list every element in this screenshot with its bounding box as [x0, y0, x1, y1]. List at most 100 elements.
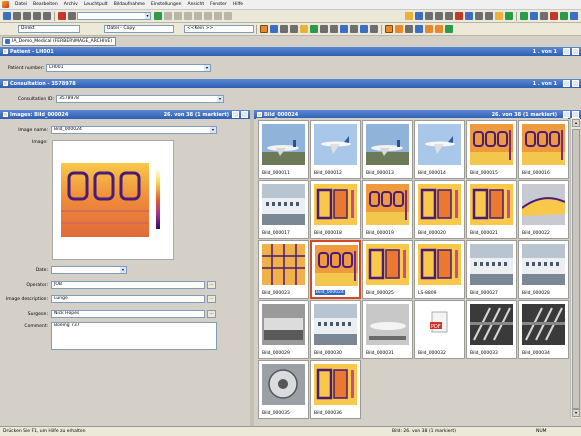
thumbnail-bild_000015[interactable]: Bild_000015	[466, 120, 517, 179]
thumbnail-bild_000033[interactable]: Bild_000033	[466, 300, 517, 359]
tools-icon[interactable]	[370, 25, 378, 33]
thumbnail-bild_000016[interactable]: Bild_000016	[518, 120, 569, 179]
panel-splitter[interactable]	[250, 110, 254, 426]
menu-archiv[interactable]: Archiv	[61, 2, 81, 7]
view-mode-icon[interactable]	[260, 25, 268, 33]
info-icon[interactable]	[290, 25, 298, 33]
thumbnail-bild_000027[interactable]: Bild_000027	[466, 240, 517, 299]
operator-browse-button[interactable]: ...	[207, 281, 216, 289]
surgeon-field[interactable]: Nick Hopes	[51, 310, 205, 318]
overlay-icon[interactable]	[435, 25, 443, 33]
lightbox-icon[interactable]	[495, 12, 503, 20]
palette-icon[interactable]	[395, 25, 403, 33]
report-icon[interactable]	[425, 25, 433, 33]
thumbnail-bild_000017[interactable]: Bild_000017	[258, 180, 309, 239]
grid-view-icon[interactable]	[530, 12, 538, 20]
thumbnail-bild_000036[interactable]: Bild_000036	[310, 360, 361, 419]
description-browse-button[interactable]: ...	[207, 295, 216, 303]
chevron-down-icon[interactable]: ▾	[120, 267, 126, 273]
scan-icon[interactable]	[435, 12, 443, 20]
menu-leuchtpult[interactable]: Leuchtpult	[81, 2, 111, 7]
paste-icon[interactable]	[204, 12, 212, 20]
sort-icon[interactable]	[224, 12, 232, 20]
chevron-down-icon[interactable]: ▾	[145, 13, 150, 19]
scroll-thumb[interactable]	[572, 129, 580, 409]
maximize-icon[interactable]	[572, 80, 579, 87]
delete-icon[interactable]	[58, 12, 66, 20]
image-preview[interactable]	[52, 140, 174, 260]
settings-icon[interactable]	[475, 12, 483, 20]
thumbnail-ls-8809[interactable]: LS-8809	[414, 240, 465, 299]
thumbnail-bild_000011[interactable]: Bild_000011	[258, 120, 309, 179]
thumbnail-bild_000032[interactable]: PDF Bild_000032	[414, 300, 465, 359]
import-icon[interactable]	[505, 12, 513, 20]
thumbnail-bild_000024[interactable]: Bild_000024	[310, 240, 361, 299]
help-icon[interactable]	[570, 12, 578, 20]
last-record-icon[interactable]	[43, 12, 51, 20]
compare-icon[interactable]	[415, 25, 423, 33]
window-icon[interactable]	[550, 12, 558, 20]
scroll-up-icon[interactable]: ▴	[572, 119, 580, 127]
thumbnail-bild_000014[interactable]: Bild_000014	[414, 120, 465, 179]
minimize-icon[interactable]	[232, 111, 239, 118]
thumbnail-bild_000013[interactable]: Bild_000013	[362, 120, 413, 179]
kein-combo[interactable]: <<Kein >>	[184, 25, 254, 33]
filter-icon[interactable]	[214, 12, 222, 20]
thumbnail-bild_000012[interactable]: Bild_000012	[310, 120, 361, 179]
thumbnail-bild_000028[interactable]: Bild_000028	[518, 240, 569, 299]
notes-icon[interactable]	[300, 25, 308, 33]
play-icon[interactable]	[520, 12, 528, 20]
stop-icon[interactable]	[455, 12, 463, 20]
thumbnail-bild_000030[interactable]: Bild_000030	[310, 300, 361, 359]
menu-hilfe[interactable]: Hilfe	[230, 2, 246, 7]
menu-datei[interactable]: Datei	[12, 2, 30, 7]
thumbnail-bild_000035[interactable]: Bild_000035	[258, 360, 309, 419]
chevron-down-icon[interactable]: ▾	[217, 96, 223, 102]
thumbnail-bild_000019[interactable]: Bild_000019	[362, 180, 413, 239]
zoom-icon[interactable]	[540, 12, 548, 20]
minimize-icon[interactable]	[563, 111, 570, 118]
chevron-down-icon[interactable]: ▾	[204, 65, 210, 71]
document-tab[interactable]: IA_Demo_Medical (FERBER\IMAGE_ARCHIVE)	[2, 37, 117, 46]
search-icon[interactable]	[68, 12, 76, 20]
vertical-scrollbar[interactable]: ▴ ▾	[570, 118, 580, 418]
maximize-icon[interactable]	[572, 48, 579, 55]
date-field[interactable]: ▾	[51, 266, 127, 274]
menu-bearbeiten[interactable]: Bearbeiten	[30, 2, 61, 7]
video-icon[interactable]	[330, 25, 338, 33]
export-icon[interactable]	[465, 12, 473, 20]
thumbnail-bild_000031[interactable]: Bild_000031	[362, 300, 413, 359]
transfer-icon[interactable]	[340, 25, 348, 33]
link-icon[interactable]	[350, 25, 358, 33]
archive-icon[interactable]	[415, 12, 423, 20]
maximize-icon[interactable]	[241, 111, 248, 118]
network-icon[interactable]	[360, 25, 368, 33]
thumbnail-bild_000022[interactable]: Bild_000022	[518, 180, 569, 239]
save-icon[interactable]	[154, 12, 162, 20]
thumbnail-bild_000021[interactable]: Bild_000021	[466, 180, 517, 239]
previous-record-icon[interactable]	[23, 12, 31, 20]
cut-icon[interactable]	[184, 12, 192, 20]
copy-combo[interactable]: Datei - Copy	[104, 25, 174, 33]
next-record-icon[interactable]	[33, 12, 41, 20]
thumbnail-bild_000025[interactable]: Bild_000025	[362, 240, 413, 299]
copy-icon[interactable]	[194, 12, 202, 20]
first-record-icon[interactable]	[13, 12, 21, 20]
record-combo[interactable]: ▾	[77, 12, 151, 20]
app-icon[interactable]	[2, 1, 9, 8]
display-icon[interactable]	[270, 25, 278, 33]
direkt-combo[interactable]: Direkt	[18, 25, 80, 33]
record-icon[interactable]	[310, 25, 318, 33]
calendar-icon[interactable]	[560, 12, 568, 20]
capture-icon[interactable]	[320, 25, 328, 33]
calibrate-icon[interactable]	[280, 25, 288, 33]
consultation-id-field[interactable]: 3578978 ▾	[56, 95, 224, 103]
comment-field[interactable]: Boeing 737	[51, 322, 217, 350]
thermal-view-icon[interactable]	[385, 25, 393, 33]
folder-icon[interactable]	[405, 12, 413, 20]
patient-number-field[interactable]: LH001 ▾	[46, 64, 211, 72]
print-icon[interactable]	[425, 12, 433, 20]
scroll-down-icon[interactable]: ▾	[572, 409, 580, 417]
operator-field[interactable]: JOB	[51, 281, 205, 289]
chevron-down-icon[interactable]: ▾	[210, 127, 216, 133]
